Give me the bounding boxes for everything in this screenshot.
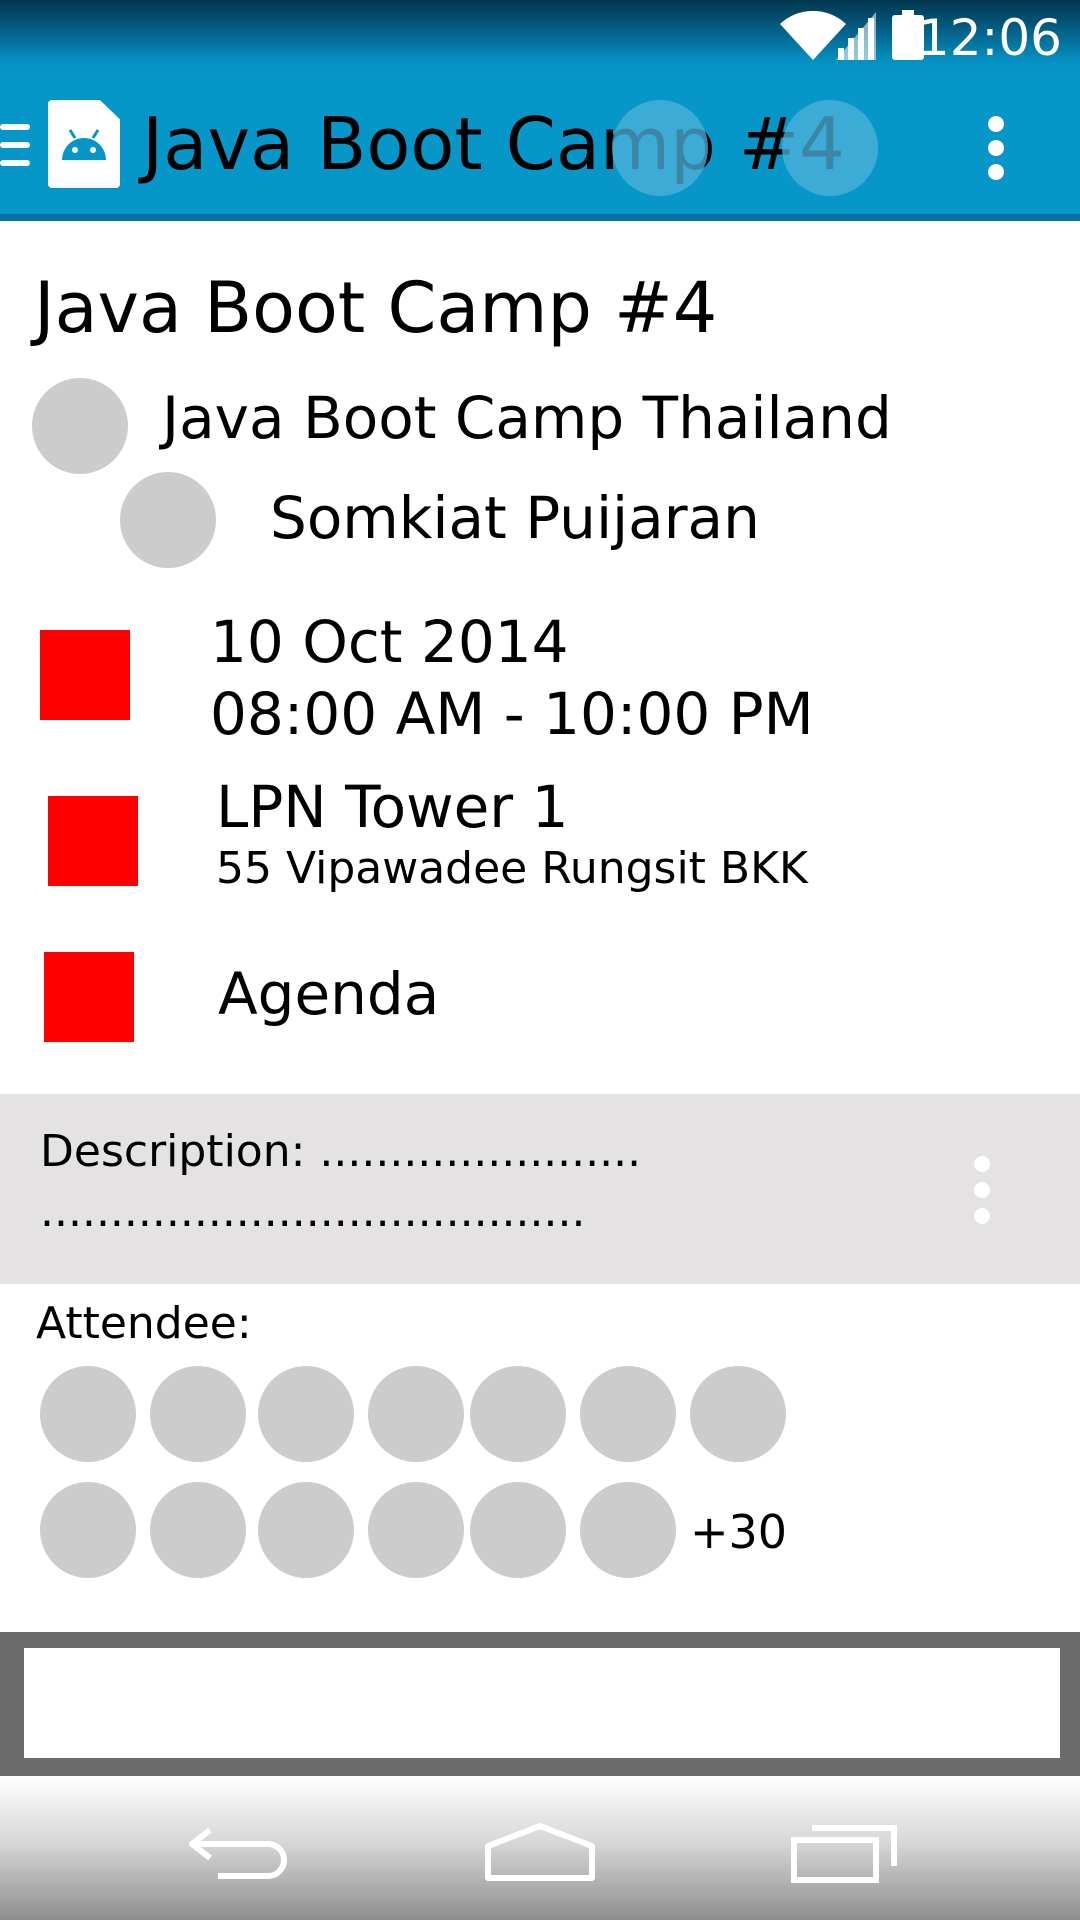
attendee-avatar[interactable] xyxy=(40,1482,136,1578)
home-icon[interactable] xyxy=(484,1820,596,1884)
attendee-avatar[interactable] xyxy=(690,1366,786,1462)
event-title: Java Boot Camp #4 xyxy=(34,267,718,349)
place-name[interactable]: LPN Tower 1 xyxy=(216,772,568,842)
agenda-link[interactable]: Agenda xyxy=(218,958,439,1030)
agenda-icon xyxy=(44,952,134,1042)
attendee-avatar[interactable] xyxy=(150,1366,246,1462)
attendee-avatar[interactable] xyxy=(470,1482,566,1578)
overflow-menu-icon[interactable] xyxy=(980,116,1012,180)
attendee-avatar[interactable] xyxy=(258,1482,354,1578)
host-name[interactable]: Somkiat Puijaran xyxy=(270,482,760,554)
attendee-avatar[interactable] xyxy=(470,1366,566,1462)
back-icon[interactable] xyxy=(188,1824,292,1880)
attendee-avatar[interactable] xyxy=(580,1366,676,1462)
action-button-ghost[interactable] xyxy=(612,100,708,196)
event-time: 08:00 AM - 10:00 PM xyxy=(210,680,814,748)
attendee-label: Attendee: xyxy=(36,1298,252,1349)
attendee-avatar[interactable] xyxy=(258,1366,354,1462)
organizer-avatar[interactable] xyxy=(32,378,128,474)
attendee-avatar[interactable] xyxy=(368,1482,464,1578)
app-bar-title: Java Boot Camp #4 xyxy=(142,102,845,186)
comment-input[interactable] xyxy=(24,1648,1060,1758)
more-attendees-count[interactable]: +30 xyxy=(690,1502,787,1562)
attendee-avatar[interactable] xyxy=(580,1482,676,1578)
signal-icon xyxy=(836,12,876,60)
recent-apps-icon[interactable] xyxy=(790,1822,900,1884)
description-more-icon[interactable] xyxy=(968,1156,996,1226)
action-button-ghost[interactable] xyxy=(782,100,878,196)
menu-icon[interactable] xyxy=(0,124,30,168)
host-avatar[interactable] xyxy=(120,472,216,568)
android-robot-icon xyxy=(62,129,106,160)
app-bar-divider xyxy=(0,214,1080,221)
status-time: 12:06 xyxy=(917,9,1062,67)
event-date: 10 Oct 2014 xyxy=(210,608,569,676)
attendee-avatar[interactable] xyxy=(40,1366,136,1462)
place-address[interactable]: 55 Vipawadee Rungsit BKK xyxy=(216,842,808,896)
organizer-name[interactable]: Java Boot Camp Thailand xyxy=(162,382,892,454)
description-text-continued: ....................................... xyxy=(40,1186,586,1237)
description-text: Description: ....................... xyxy=(40,1126,642,1177)
location-icon xyxy=(48,796,138,886)
attendee-avatar[interactable] xyxy=(368,1366,464,1462)
calendar-icon xyxy=(40,630,130,720)
attendee-avatar[interactable] xyxy=(150,1482,246,1578)
